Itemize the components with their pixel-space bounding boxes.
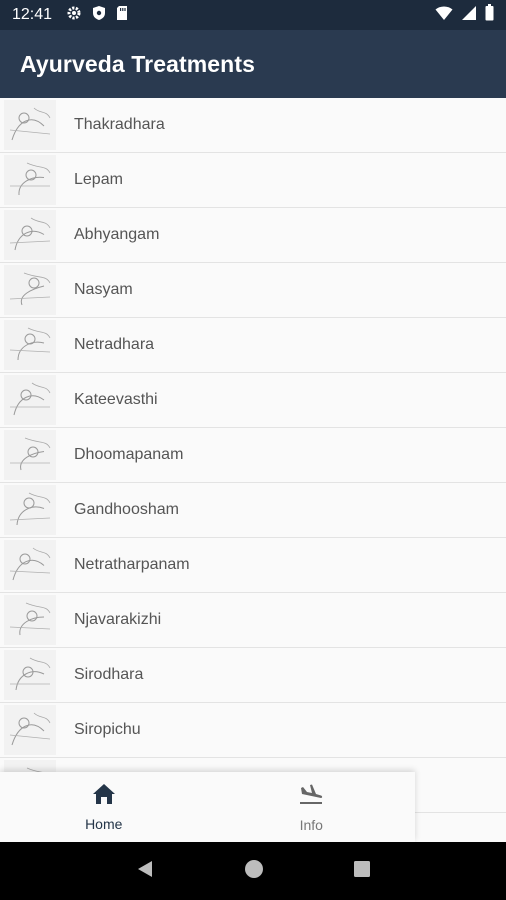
treatment-illustration-thumbnail xyxy=(4,430,56,480)
treatment-illustration-thumbnail xyxy=(4,650,56,700)
gear-icon xyxy=(66,5,82,26)
treatment-name: Sirodhara xyxy=(74,666,144,683)
treatment-illustration-thumbnail xyxy=(4,485,56,535)
treatment-illustration-thumbnail xyxy=(4,595,56,645)
list-item[interactable]: Siropichu xyxy=(0,703,506,758)
list-item[interactable]: Sirodhara xyxy=(0,648,506,703)
treatment-name: Lepam xyxy=(74,171,123,188)
treatment-name: Njavarakizhi xyxy=(74,611,162,628)
home-icon xyxy=(92,783,116,810)
treatment-name: Dhoomapanam xyxy=(74,446,184,463)
treatment-illustration-thumbnail xyxy=(4,540,56,590)
list-item[interactable]: Nasyam xyxy=(0,263,506,318)
nav-info[interactable]: Info xyxy=(208,772,416,842)
treatment-name: Abhyangam xyxy=(74,226,160,243)
list-item[interactable]: Gandhoosham xyxy=(0,483,506,538)
treatment-name: Netratharpanam xyxy=(74,556,190,573)
back-icon[interactable] xyxy=(135,859,155,884)
treatment-illustration-thumbnail xyxy=(4,210,56,260)
treatment-name: Kateevasthi xyxy=(74,391,158,408)
home-circle-icon[interactable] xyxy=(244,859,264,884)
list-item[interactable]: Thakradhara xyxy=(0,98,506,153)
list-item[interactable]: Abhyangam xyxy=(0,208,506,263)
treatment-name: Thakradhara xyxy=(74,116,165,133)
treatment-illustration-thumbnail xyxy=(4,265,56,315)
nav-info-label: Info xyxy=(299,816,323,833)
list-item[interactable]: Dhoomapanam xyxy=(0,428,506,483)
shield-icon xyxy=(92,5,106,26)
wifi-icon xyxy=(435,5,453,26)
nav-home[interactable]: Home xyxy=(0,772,208,842)
treatment-illustration-thumbnail xyxy=(4,320,56,370)
bottom-navigation: Home Info xyxy=(0,772,415,842)
battery-icon xyxy=(485,4,494,26)
recents-icon[interactable] xyxy=(353,860,371,883)
list-item[interactable]: Lepam xyxy=(0,153,506,208)
status-bar: 12:41 xyxy=(0,0,506,30)
treatment-list[interactable]: Thakradhara Lepam Abhyangam Nasyam Netradhar… xyxy=(0,98,506,842)
treatment-name: Gandhoosham xyxy=(74,501,179,518)
signal-icon xyxy=(461,5,477,26)
nav-home-label: Home xyxy=(85,815,123,832)
treatment-name: Nasyam xyxy=(74,281,133,298)
treatment-illustration-thumbnail xyxy=(4,705,56,755)
treatment-illustration-thumbnail xyxy=(4,155,56,205)
list-item[interactable]: Netratharpanam xyxy=(0,538,506,593)
list-item[interactable]: Njavarakizhi xyxy=(0,593,506,648)
treatment-illustration-thumbnail xyxy=(4,375,56,425)
list-item[interactable]: Netradhara xyxy=(0,318,506,373)
treatment-illustration-thumbnail xyxy=(4,100,56,150)
status-time: 12:41 xyxy=(12,6,53,23)
app-bar: Ayurveda Treatments xyxy=(0,30,506,98)
treatment-name: Siropichu xyxy=(74,721,141,738)
system-navigation-bar xyxy=(0,842,506,900)
sd-card-icon xyxy=(116,5,128,26)
list-item[interactable]: Kateevasthi xyxy=(0,373,506,428)
flight-land-icon xyxy=(298,782,324,811)
treatment-name: Netradhara xyxy=(74,336,155,353)
page-title: Ayurveda Treatments xyxy=(20,50,255,77)
